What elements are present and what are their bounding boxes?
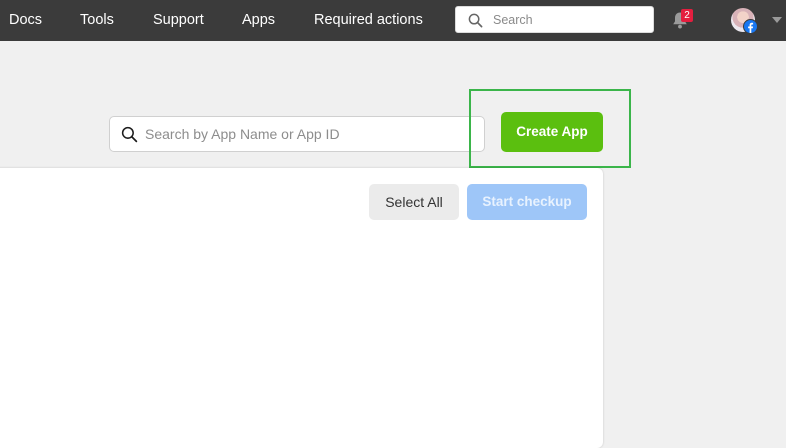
caret-down-icon[interactable] (772, 17, 782, 23)
nav-required-actions[interactable]: Required actions (314, 0, 423, 41)
start-checkup-button[interactable]: Start checkup (467, 184, 587, 220)
nav-support[interactable]: Support (153, 0, 204, 41)
top-navigation-bar: Docs Tools Support Apps Required actions… (0, 0, 786, 41)
top-search-box[interactable] (455, 6, 654, 33)
nav-tools[interactable]: Tools (80, 0, 114, 41)
app-search-box[interactable] (109, 116, 485, 152)
top-search-input[interactable] (493, 10, 643, 29)
facebook-icon (743, 19, 758, 34)
nav-docs[interactable]: Docs (9, 0, 42, 41)
search-icon (468, 13, 483, 28)
nav-apps[interactable]: Apps (242, 0, 275, 41)
search-icon (121, 126, 138, 143)
app-search-input[interactable] (145, 124, 475, 144)
select-all-button[interactable]: Select All (369, 184, 459, 220)
notification-count-badge: 2 (681, 9, 693, 22)
create-app-button[interactable]: Create App (501, 112, 603, 152)
